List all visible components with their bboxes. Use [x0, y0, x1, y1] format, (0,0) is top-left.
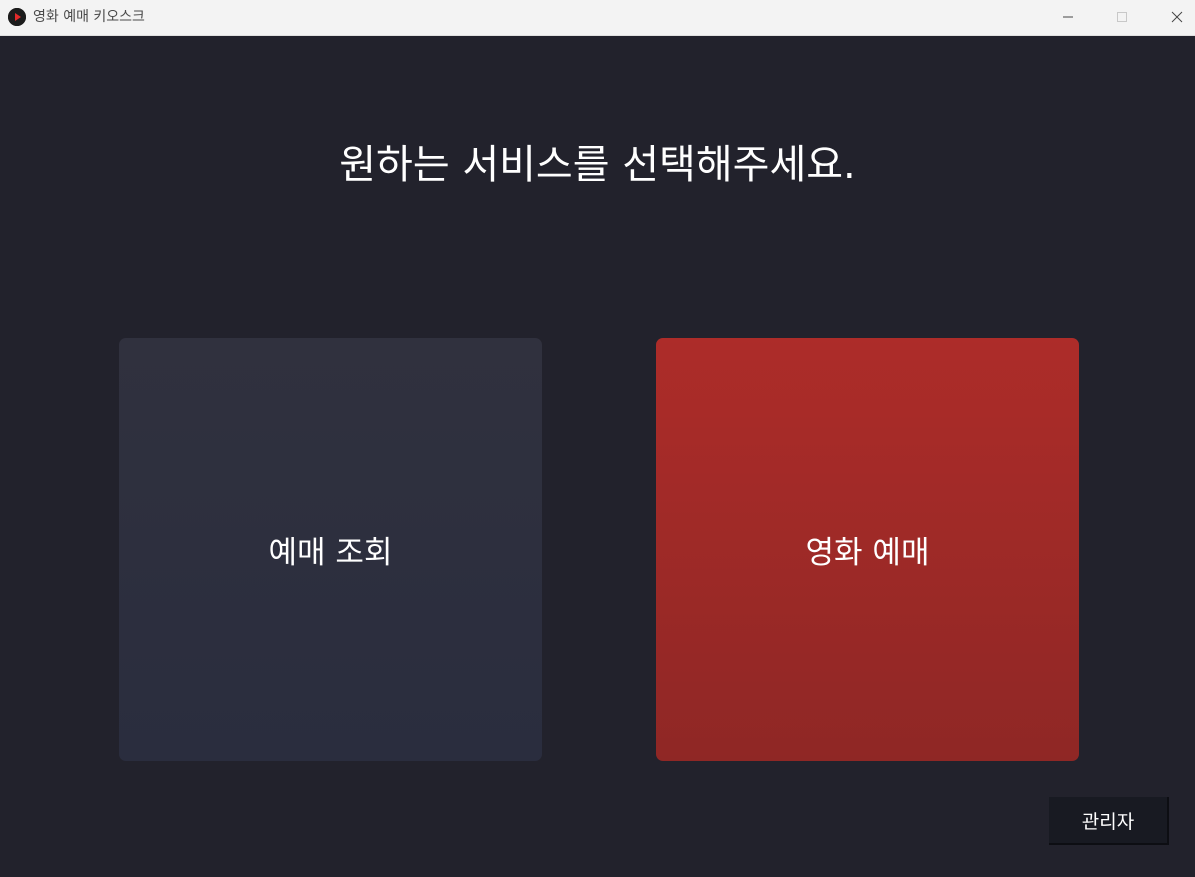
minimize-icon	[1063, 16, 1073, 18]
page-heading: 원하는 서비스를 선택해주세요.	[339, 142, 856, 188]
maximize-button[interactable]	[1095, 0, 1149, 35]
maximize-icon	[1117, 12, 1127, 22]
kiosk-window: 영화 예매 키오스크 원하는 서비스를 선택해주세요. 예매 조회 영화 예매 …	[0, 0, 1195, 877]
minimize-button[interactable]	[1041, 0, 1095, 35]
admin-button-label: 관리자	[1081, 810, 1135, 833]
admin-button[interactable]: 관리자	[1049, 797, 1169, 845]
check-reservation-label: 예매 조회	[268, 535, 393, 571]
book-movie-label: 영화 예매	[805, 535, 930, 571]
close-icon	[1171, 11, 1183, 23]
close-button[interactable]	[1150, 0, 1195, 35]
play-icon	[8, 8, 26, 26]
title-bar: 영화 예매 키오스크	[0, 0, 1195, 36]
book-movie-button[interactable]: 영화 예매	[656, 338, 1079, 761]
window-title: 영화 예매 키오스크	[33, 9, 145, 25]
check-reservation-button[interactable]: 예매 조회	[119, 338, 542, 761]
